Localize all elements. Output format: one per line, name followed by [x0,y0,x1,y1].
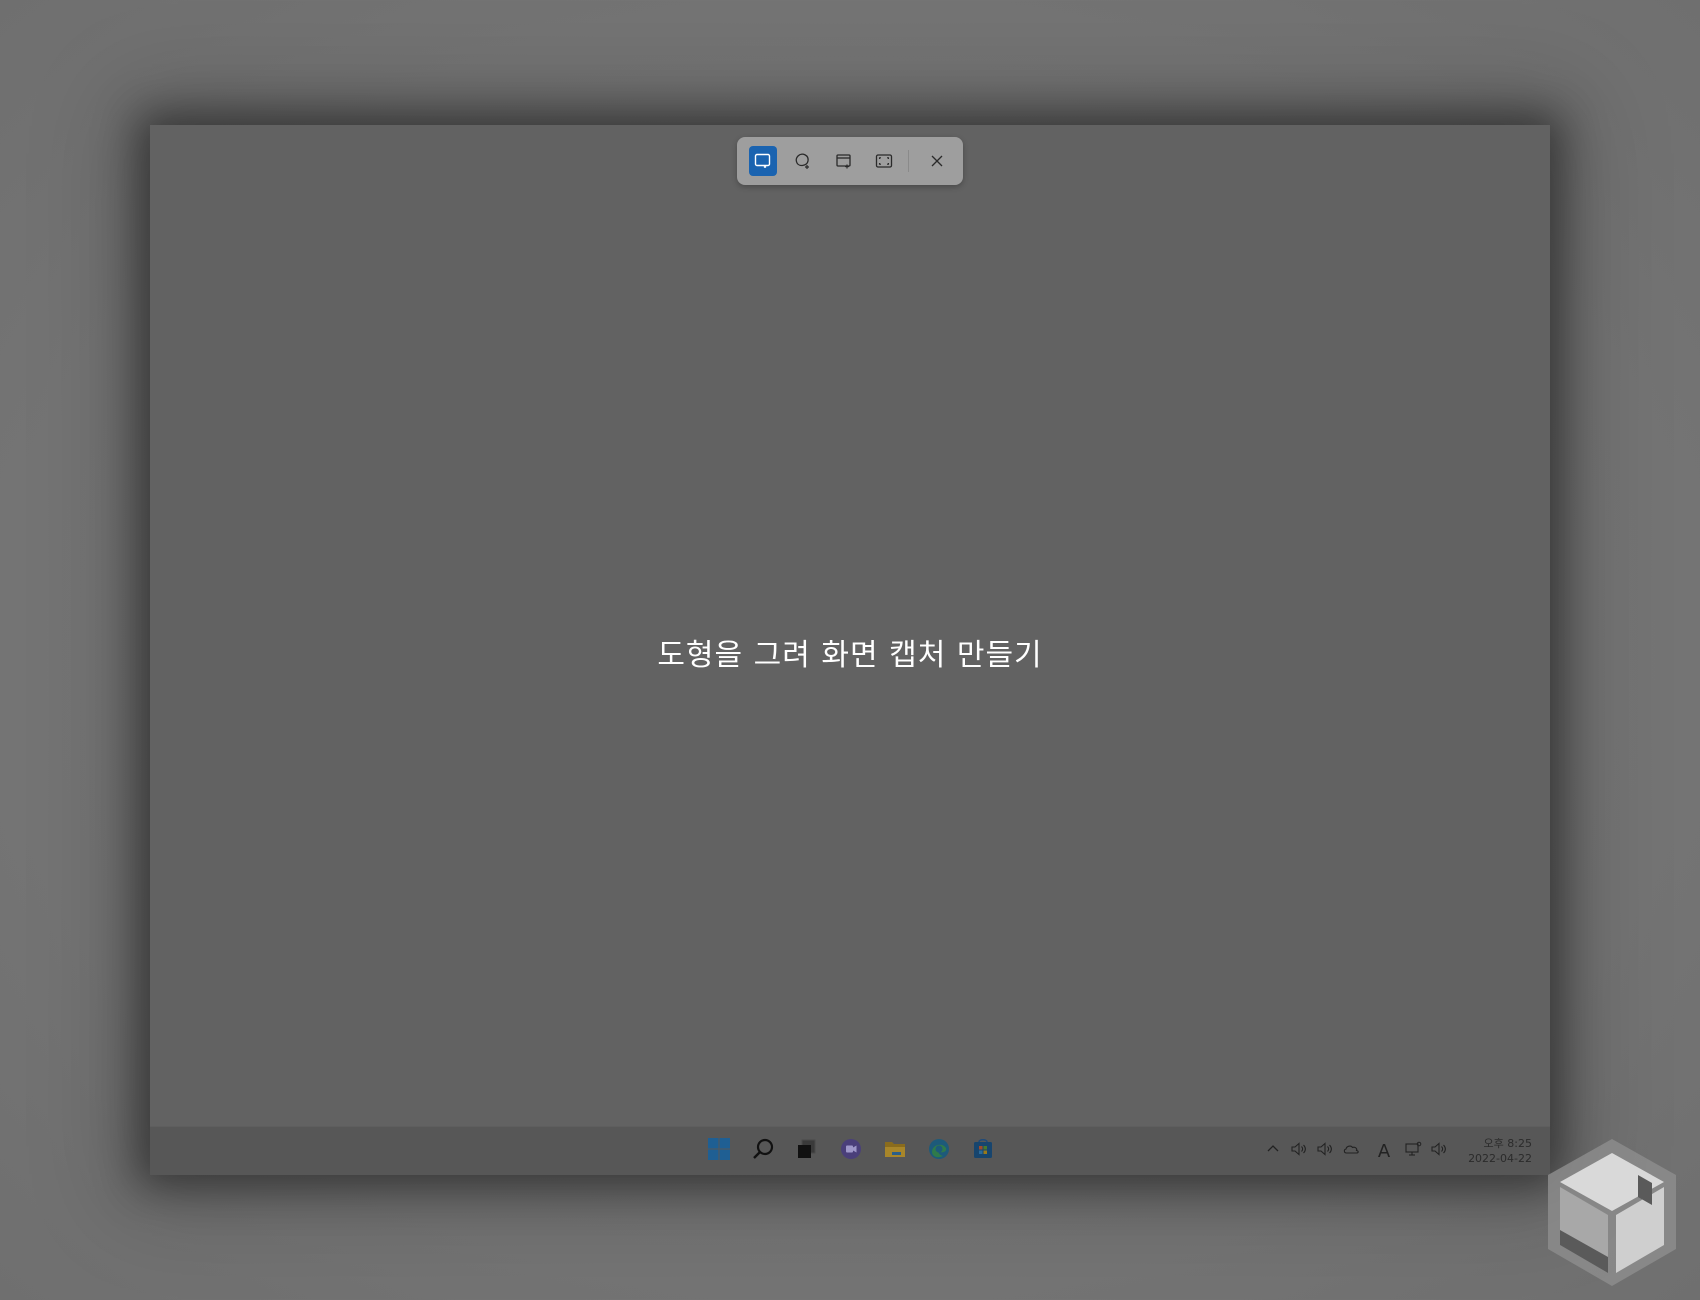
toolbar-divider [907,150,909,172]
speaker-icon [1430,1141,1448,1161]
volume-tray-button[interactable] [1428,1140,1450,1162]
fullscreen-mode-button[interactable] [870,146,898,176]
file-explorer-icon [883,1137,907,1165]
network-tray-button[interactable] [1402,1140,1424,1162]
speaker-tray-button-2[interactable] [1314,1140,1336,1162]
snip-instruction-text: 도형을 그려 화면 캡처 만들기 [657,638,1043,673]
task-view-button[interactable] [791,1135,823,1167]
speaker-tray-button-1[interactable] [1288,1140,1310,1162]
network-icon [1404,1141,1422,1161]
cloud-icon [1342,1142,1360,1160]
task-view-icon [795,1137,819,1165]
chevron-up-icon [1266,1142,1280,1160]
window-mode-button[interactable] [829,146,857,176]
window-snip-icon [835,152,853,170]
windows-start-icon [707,1137,731,1165]
search-button[interactable] [747,1135,779,1167]
chat-button[interactable] [835,1135,867,1167]
file-explorer-button[interactable] [879,1135,911,1167]
freeform-mode-button[interactable] [789,146,817,176]
close-icon [930,154,944,168]
rectangle-snip-icon [754,153,772,169]
fullscreen-snip-icon [875,153,893,169]
freeform-snip-icon [794,152,812,170]
rectangle-mode-button[interactable] [749,146,778,176]
cube-logo-watermark [1542,1135,1682,1290]
input-method-indicator[interactable]: A [1372,1141,1396,1162]
clock-date: 2022-04-22 [1468,1152,1532,1165]
taskbar-clock[interactable]: 오후 8:25 2022-04-22 [1468,1136,1532,1166]
taskbar: A 오후 8:25 2022-04-22 [150,1126,1550,1175]
screen-capture-overlay[interactable]: 도형을 그려 화면 캡처 만들기 A 오후 8:25 2022-04-22 [150,125,1550,1175]
store-button[interactable] [967,1135,999,1167]
show-hidden-icons-button[interactable] [1262,1140,1284,1162]
store-icon [971,1137,995,1165]
speaker-icon [1290,1141,1308,1161]
speaker-icon [1316,1141,1334,1161]
edge-button[interactable] [923,1135,955,1167]
chat-icon [839,1137,863,1165]
start-button[interactable] [703,1135,735,1167]
clock-time: 오후 8:25 [1483,1137,1532,1150]
snip-toolbar [737,137,963,185]
close-snip-button[interactable] [923,146,951,176]
edge-icon [927,1137,951,1165]
search-icon [751,1137,775,1165]
system-tray: A 오후 8:25 2022-04-22 [1262,1127,1532,1175]
onedrive-tray-button[interactable] [1340,1140,1362,1162]
taskbar-apps [703,1135,1011,1167]
